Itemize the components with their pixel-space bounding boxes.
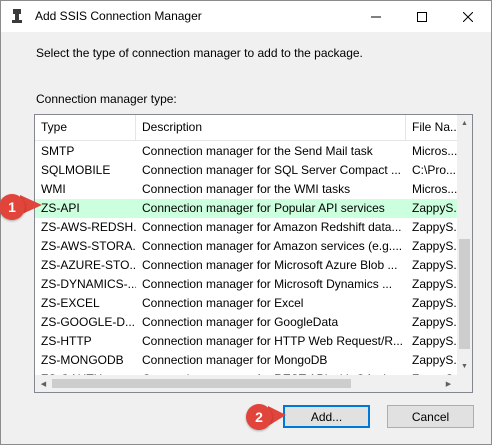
list-row[interactable]: ZS-AWS-REDSH... Connection manager for Am… <box>35 218 457 237</box>
close-icon <box>463 11 473 22</box>
scroll-left-icon[interactable]: ◀ <box>35 375 52 392</box>
row-file-cell: ZappyS... <box>412 258 457 272</box>
list-row[interactable]: SQLMOBILE Connection manager for SQL Serv… <box>35 161 457 180</box>
cancel-button[interactable]: Cancel <box>387 405 474 428</box>
row-description-cell: Connection manager for Microsoft Dynamic… <box>142 277 393 291</box>
connection-type-list[interactable]: Type Description File Na... SMTP Connecti… <box>34 114 473 393</box>
list-rows: SMTP Connection manager for the Send Mail… <box>35 142 457 382</box>
connection-type-label: Connection manager type: <box>36 92 177 106</box>
add-button[interactable]: Add... <box>283 405 370 428</box>
row-description-cell: Connection manager for SQL Server Compac… <box>142 163 402 177</box>
row-type-cell: ZS-MONGODB <box>41 353 124 367</box>
column-header-file-name[interactable]: File Na... <box>406 115 457 140</box>
row-type-cell: ZS-GOOGLE-D... <box>41 315 136 329</box>
row-description-cell: Connection manager for GoogleData <box>142 315 339 329</box>
row-description-cell: Connection manager for MongoDB <box>142 353 328 367</box>
list-row[interactable]: ZS-GOOGLE-D... Connection manager for Goo… <box>35 313 457 332</box>
row-file-cell: ZappyS... <box>412 239 457 253</box>
row-file-cell: ZappyS... <box>412 315 457 329</box>
close-button[interactable] <box>445 1 491 32</box>
scroll-down-icon[interactable]: ▼ <box>457 358 472 375</box>
row-file-cell: ZappyS... <box>412 277 457 291</box>
callout-badge-2: 2 <box>246 404 272 430</box>
row-file-cell: Micros... <box>412 182 457 196</box>
maximize-button[interactable] <box>399 1 445 32</box>
row-description-cell: Connection manager for the Send Mail tas… <box>142 144 373 158</box>
minimize-button[interactable] <box>353 1 399 32</box>
row-file-cell: C:\Pro... <box>412 163 457 177</box>
row-description-cell: Connection manager for Microsoft Azure B… <box>142 258 398 272</box>
row-file-cell: ZappyS... <box>412 353 457 367</box>
vertical-scrollbar[interactable]: ▲ ▼ <box>457 115 472 375</box>
list-row[interactable]: ZS-EXCEL Connection manager for Excel Zapp… <box>35 294 457 313</box>
ssis-app-icon <box>10 8 24 24</box>
row-type-cell: SQLMOBILE <box>41 163 111 177</box>
row-description-cell: Connection manager for Amazon Redshift d… <box>142 220 402 234</box>
maximize-icon <box>417 11 427 22</box>
horizontal-scroll-thumb[interactable] <box>52 379 351 388</box>
row-file-cell: ZappyS... <box>412 201 457 215</box>
row-description-cell: Connection manager for Popular API servi… <box>142 201 385 215</box>
list-row[interactable]: ZS-AWS-STORA... Connection manager for Am… <box>35 237 457 256</box>
row-type-cell: ZS-HTTP <box>41 334 92 348</box>
row-file-cell: Micros... <box>412 144 457 158</box>
row-file-cell: ZappyS... <box>412 296 457 310</box>
row-type-cell: ZS-DYNAMICS-... <box>41 277 136 291</box>
list-row[interactable]: SMTP Connection manager for the Send Mail… <box>35 142 457 161</box>
horizontal-scrollbar[interactable]: ◀ ▶ <box>35 375 457 392</box>
row-file-cell: ZappyS... <box>412 220 457 234</box>
row-type-cell: ZS-AZURE-STO... <box>41 258 136 272</box>
list-header: Type Description File Na... <box>35 115 457 141</box>
scroll-right-icon[interactable]: ▶ <box>440 375 457 392</box>
callout-badge-1: 1 <box>0 194 25 220</box>
vertical-scroll-thumb[interactable] <box>459 239 470 349</box>
scroll-up-icon[interactable]: ▲ <box>457 115 472 132</box>
list-row-selected[interactable]: ZS-API Connection manager for Popular API… <box>35 199 457 218</box>
row-description-cell: Connection manager for Excel <box>142 296 304 310</box>
list-row[interactable]: ZS-HTTP Connection manager for HTTP Web R… <box>35 332 457 351</box>
row-description-cell: Connection manager for Amazon services (… <box>142 239 403 253</box>
scrollbar-corner <box>457 375 472 392</box>
dialog-window: Add SSIS Connection Manager Select the t… <box>0 0 492 445</box>
row-description-cell: Connection manager for the WMI tasks <box>142 182 351 196</box>
row-type-cell: ZS-AWS-STORA... <box>41 239 136 253</box>
row-file-cell: ZappyS... <box>412 334 457 348</box>
minimize-icon <box>371 16 381 17</box>
list-row[interactable]: ZS-DYNAMICS-... Connection manager for Mi… <box>35 275 457 294</box>
window-title: Add SSIS Connection Manager <box>35 9 202 23</box>
row-description-cell: Connection manager for HTTP Web Request/… <box>142 334 404 348</box>
list-row[interactable]: ZS-AZURE-STO... Connection manager for Mi… <box>35 256 457 275</box>
row-type-cell: ZS-EXCEL <box>41 296 100 310</box>
title-bar[interactable]: Add SSIS Connection Manager <box>1 1 491 32</box>
column-header-type[interactable]: Type <box>35 115 136 140</box>
row-type-cell: SMTP <box>41 144 75 158</box>
list-row[interactable]: ZS-MONGODB Connection manager for MongoDB… <box>35 351 457 370</box>
instruction-text: Select the type of connection manager to… <box>36 46 363 60</box>
list-row[interactable]: WMI Connection manager for the WMI tasks M… <box>35 180 457 199</box>
column-header-description[interactable]: Description <box>136 115 406 140</box>
